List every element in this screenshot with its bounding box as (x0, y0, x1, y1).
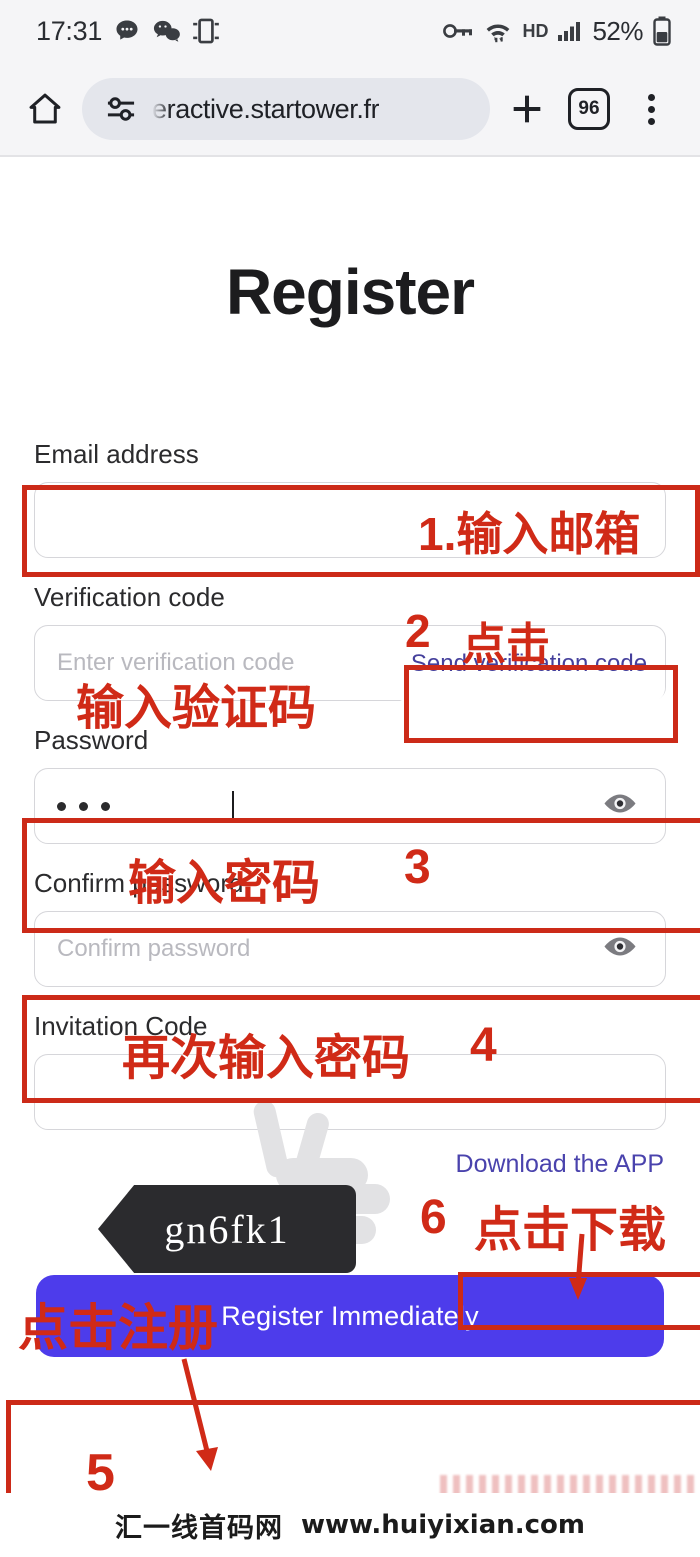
send-verification-code-button[interactable]: Send verification code (393, 626, 665, 702)
overflow-menu-icon[interactable] (620, 93, 682, 125)
status-time: 17:31 (36, 15, 103, 46)
email-label: Email address (34, 439, 199, 469)
register-form: Email address Verification code Enter ve… (0, 439, 700, 1179)
status-bar-left: 17:31 (36, 16, 219, 47)
vpn-key-icon (442, 20, 474, 42)
submit-row: Register Immediately (0, 1275, 700, 1357)
signal-icon (557, 19, 583, 43)
tab-switcher-button[interactable]: 96 (558, 88, 620, 130)
register-immediately-button[interactable]: Register Immediately (36, 1275, 664, 1357)
field-email: Email address (34, 439, 666, 558)
eye-icon[interactable] (601, 933, 639, 966)
wechat-icon (152, 17, 182, 45)
invitation-code-label: Invitation Code (34, 1011, 208, 1041)
field-verification-code: Verification code Enter verification cod… (34, 582, 666, 702)
hd-icon: HD (522, 20, 549, 41)
confirm-password-input[interactable]: Confirm password (34, 911, 666, 987)
email-input[interactable] (34, 482, 666, 558)
status-bar-right: HD 52% (442, 16, 672, 47)
address-bar-url: eractive.startower.fr (152, 93, 380, 124)
verification-code-label: Verification code (34, 582, 225, 612)
field-confirm-password: Confirm password Confirm password (34, 868, 666, 987)
eye-icon[interactable] (601, 790, 639, 823)
address-bar[interactable]: eractive.startower.fr (82, 78, 490, 140)
screen: 17:31 HD 52% eractive.startower.fr 96 Re… (0, 0, 700, 1557)
chat-bubble-icon (113, 17, 141, 45)
confirm-password-label: Confirm password (34, 868, 244, 898)
screen-share-icon (193, 17, 219, 45)
android-status-bar: 17:31 HD 52% (0, 0, 700, 62)
password-masked-value (57, 801, 110, 811)
password-label: Password (34, 725, 149, 755)
battery-percent-label: 52% (592, 15, 643, 46)
page-title: Register (225, 256, 475, 328)
confirm-password-placeholder: Confirm password (57, 935, 251, 962)
field-invitation-code: Invitation Code (34, 1011, 666, 1130)
new-tab-button[interactable] (496, 89, 558, 129)
battery-icon (652, 16, 672, 46)
tab-count-label: 96 (568, 88, 610, 130)
download-app-link[interactable]: Download the APP (456, 1150, 664, 1179)
verification-code-input[interactable]: Enter verification code Send verificatio… (34, 625, 666, 702)
verification-code-placeholder: Enter verification code (57, 649, 295, 676)
watermark-site-name: 汇一线首码网 (114, 1512, 283, 1543)
browser-toolbar: eractive.startower.fr 96 (0, 62, 700, 156)
text-caret (232, 791, 234, 821)
register-page: Register Email address Verification code… (0, 157, 700, 1557)
tune-icon[interactable] (104, 92, 138, 126)
invitation-code-input[interactable] (34, 1054, 666, 1130)
watermark-site-url: www.huiyixian.com (300, 1510, 586, 1540)
invite-code-tag: gn6fk1 (98, 1185, 356, 1273)
wifi-icon (483, 18, 513, 44)
password-input[interactable] (34, 768, 666, 844)
field-password: Password (34, 725, 666, 844)
download-link-row: Download the APP (34, 1150, 666, 1179)
site-watermark: 汇一线首码网 www.huiyixian.com (0, 1493, 700, 1557)
home-icon[interactable] (18, 90, 72, 128)
